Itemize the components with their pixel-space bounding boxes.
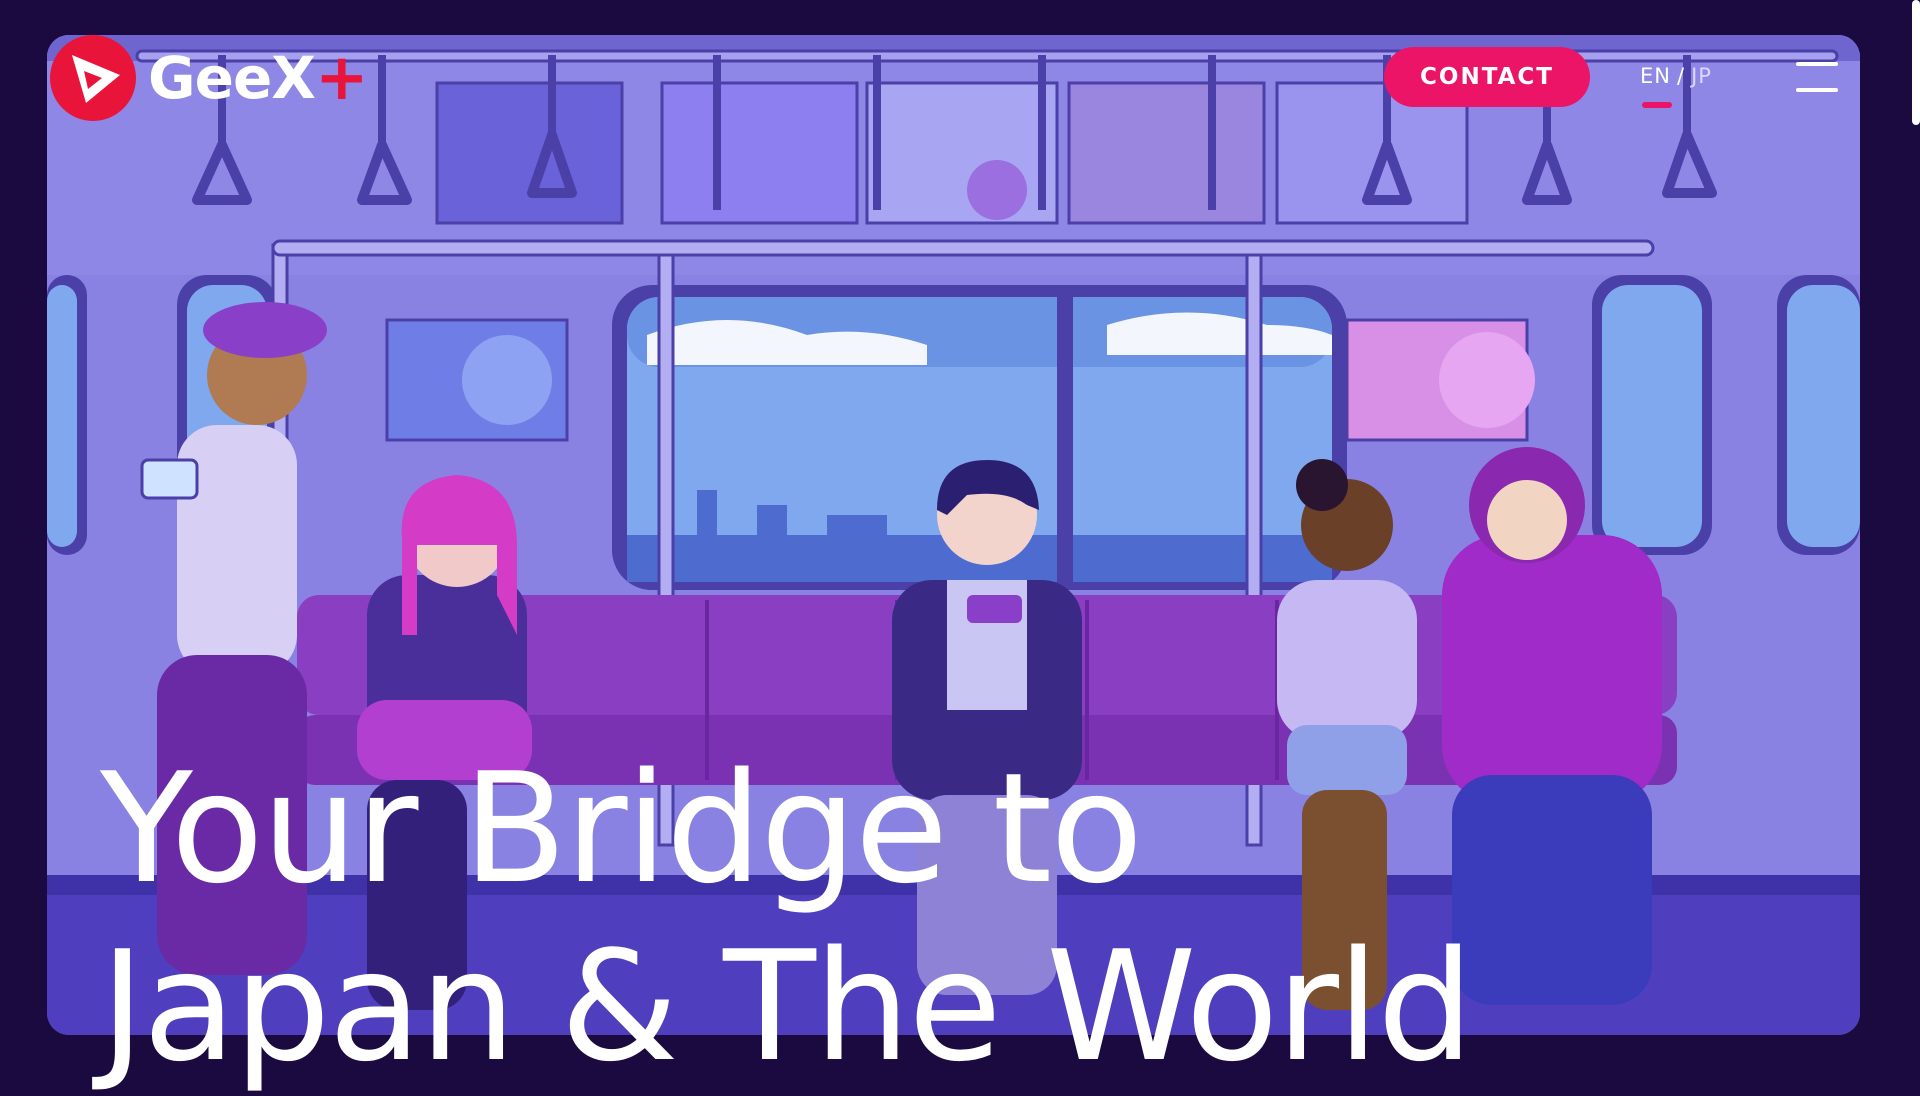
lang-en-link[interactable]: EN [1640, 64, 1671, 88]
logo-plus-mark: + [315, 41, 369, 115]
logo-wordmark: GeeX [148, 44, 316, 112]
contact-button[interactable]: CONTACT [1384, 47, 1590, 107]
active-language-indicator [1642, 102, 1672, 108]
language-switcher: EN / JP [1640, 64, 1712, 88]
hamburger-menu-icon[interactable] [1796, 60, 1838, 94]
hero-title: Your Bridge to Japan & The World [100, 740, 1474, 1096]
hero-title-line-2: Japan & The World [100, 918, 1474, 1095]
lang-separator: / [1676, 64, 1686, 88]
site-logo[interactable]: GeeX + [50, 35, 369, 121]
play-triangle-icon [50, 35, 136, 121]
page-scrollbar[interactable] [1912, 0, 1920, 125]
hero-title-line-1: Your Bridge to [100, 740, 1143, 917]
lang-jp-link[interactable]: JP [1691, 64, 1712, 88]
